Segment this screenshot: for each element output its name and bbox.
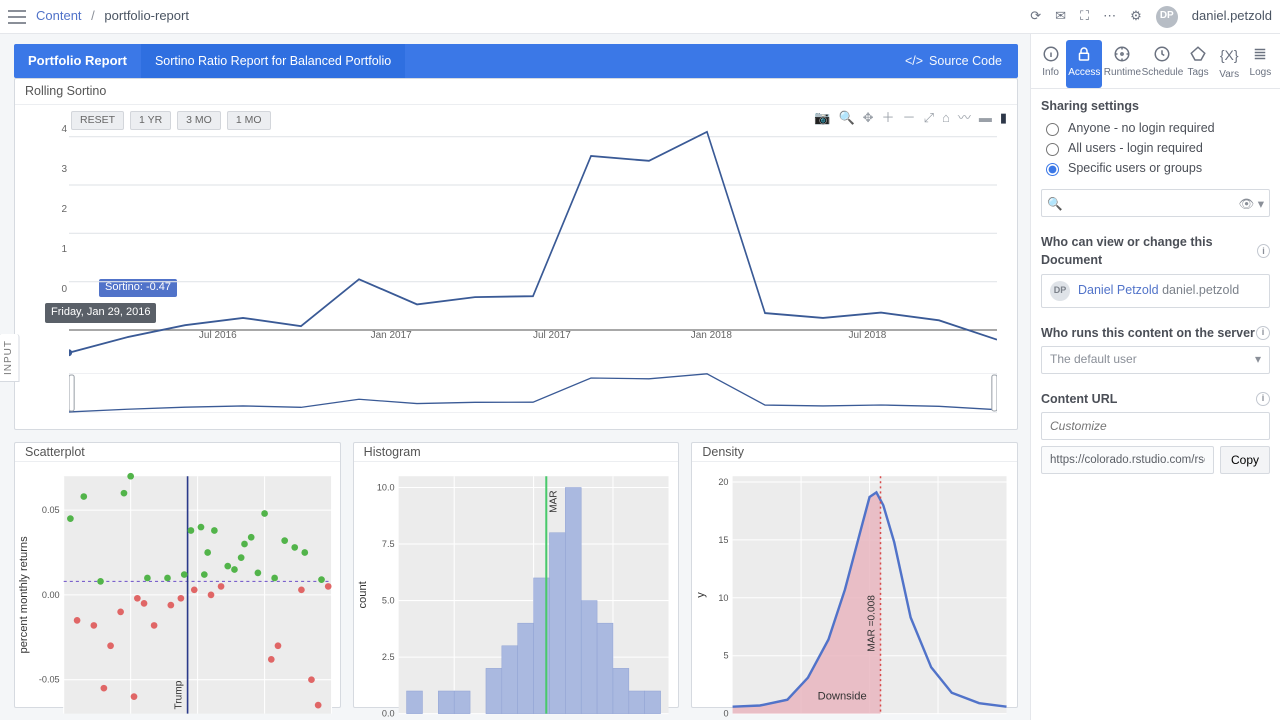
spike-icon[interactable]: 〰 <box>958 109 971 128</box>
pan-icon[interactable]: ✥ <box>863 109 874 128</box>
svg-text:MAR =0.008: MAR =0.008 <box>867 595 878 652</box>
avatar: DP <box>1050 281 1070 301</box>
density-panel: Density -0.050.000.0505101520MAR =0.008D… <box>691 442 1018 708</box>
panel-header: Density <box>692 443 1017 462</box>
content-url-field[interactable] <box>1041 446 1214 474</box>
hover-icon[interactable]: ▬ <box>979 109 992 128</box>
plotly-modebar: 📷 🔍 ✥ ＋ － ⤢ ⌂ 〰 ▬ ▮ <box>814 109 1007 128</box>
user-search: 🔍 👁 ▾ <box>1041 189 1270 217</box>
refresh-icon[interactable]: ⟳ <box>1030 7 1041 26</box>
tab-tags[interactable]: Tags <box>1182 40 1213 88</box>
user-search-input[interactable] <box>1041 189 1270 217</box>
source-code-button[interactable]: </> Source Code <box>889 44 1018 78</box>
search-icon: 🔍 <box>1047 195 1063 213</box>
code-icon: </> <box>905 52 923 70</box>
compare-icon[interactable]: ▮ <box>1000 109 1007 128</box>
report-title: Portfolio Report <box>14 44 141 78</box>
info-icon[interactable]: i <box>1257 244 1270 258</box>
info-icon[interactable]: i <box>1256 392 1270 406</box>
fullscreen-icon[interactable]: ⛶ <box>1080 7 1089 26</box>
svg-text:5.0: 5.0 <box>382 596 395 606</box>
content-url-label: Content URLi <box>1041 390 1270 408</box>
tab-vars[interactable]: {X}Vars <box>1214 40 1245 88</box>
reset-axes-icon[interactable]: ⌂ <box>942 109 950 128</box>
svg-text:10: 10 <box>719 593 729 603</box>
copy-button[interactable]: Copy <box>1220 446 1270 474</box>
sharing-title: Sharing settings <box>1041 97 1270 115</box>
mail-icon[interactable]: ✉ <box>1055 7 1066 26</box>
svg-text:2.5: 2.5 <box>382 652 395 662</box>
svg-text:0.0: 0.0 <box>382 709 395 719</box>
autoscale-icon[interactable]: ⤢ <box>924 109 934 128</box>
top-toolbar: Content / portfolio-report ⟳ ✉ ⛶ ⋯ ⚙ DP … <box>0 0 1280 34</box>
report-subtitle: Sortino Ratio Report for Balanced Portfo… <box>141 44 405 78</box>
svg-text:5: 5 <box>724 651 729 661</box>
svg-text:count: count <box>357 580 369 608</box>
svg-text:percent monthly returns: percent monthly returns <box>18 536 30 654</box>
hamburger-icon[interactable] <box>8 10 26 24</box>
scatterplot-panel: Scatterplot 20152016201720182019-0.050.0… <box>14 442 341 708</box>
svg-text:0.05: 0.05 <box>42 505 60 515</box>
range-slider[interactable] <box>69 373 997 413</box>
panel-header: Scatterplot <box>15 443 340 462</box>
rolling-sortino-panel: Rolling Sortino RESET 1 YR 3 MO 1 MO 📷 🔍… <box>14 78 1018 430</box>
svg-text:0: 0 <box>724 709 729 719</box>
chevron-down-icon: ▾ <box>1255 351 1261 368</box>
zoom-icon[interactable]: 🔍 <box>838 109 854 128</box>
custom-url-input[interactable] <box>1041 412 1270 440</box>
camera-icon[interactable]: 📷 <box>814 109 830 128</box>
svg-text:Downside: Downside <box>818 691 867 703</box>
viewer-card[interactable]: DP Daniel Petzold daniel.petzold <box>1041 274 1270 308</box>
tab-info[interactable]: Info <box>1035 40 1066 88</box>
svg-text:15: 15 <box>719 535 729 545</box>
settings-sidebar: Info Access Runtime Schedule Tags {X}Var… <box>1030 34 1280 720</box>
whocan-label: Who can view or change this Documenti <box>1041 233 1270 269</box>
histogram-chart: -0.050.000.050.02.55.07.510.0MARreturnsc… <box>354 462 679 720</box>
breadcrumb-slug: portfolio-report <box>104 8 189 23</box>
report-header: Portfolio Report Sortino Ratio Report fo… <box>14 44 1018 78</box>
svg-text:10.0: 10.0 <box>376 483 394 493</box>
svg-text:y: y <box>696 592 708 598</box>
gear-icon[interactable]: ⚙ <box>1130 7 1142 26</box>
visibility-icon[interactable]: 👁 ▾ <box>1238 195 1264 213</box>
zoomin-icon[interactable]: ＋ <box>882 109 895 128</box>
svg-text:-0.05: -0.05 <box>39 675 60 685</box>
more-icon[interactable]: ⋯ <box>1103 7 1116 26</box>
panel-header: Histogram <box>354 443 679 462</box>
svg-text:7.5: 7.5 <box>382 539 395 549</box>
info-icon[interactable]: i <box>1256 326 1270 340</box>
tab-access[interactable]: Access <box>1066 40 1102 88</box>
sidebar-tabs: Info Access Runtime Schedule Tags {X}Var… <box>1031 40 1280 89</box>
histogram-panel: Histogram -0.050.000.050.02.55.07.510.0M… <box>353 442 680 708</box>
avatar[interactable]: DP <box>1156 6 1178 28</box>
svg-text:20: 20 <box>719 477 729 487</box>
svg-text:MAR: MAR <box>548 491 559 513</box>
share-specific[interactable]: Specific users or groups <box>1041 159 1270 177</box>
tab-schedule[interactable]: Schedule <box>1142 40 1182 88</box>
tab-runtime[interactable]: Runtime <box>1102 40 1142 88</box>
person-link[interactable]: Daniel Petzold <box>1078 283 1159 297</box>
tab-logs[interactable]: Logs <box>1245 40 1276 88</box>
breadcrumb-root[interactable]: Content <box>36 8 82 23</box>
share-allusers[interactable]: All users - login required <box>1041 139 1270 157</box>
svg-text:Trump: Trump <box>173 680 184 709</box>
rolling-sortino-chart[interactable] <box>69 127 997 359</box>
share-anyone[interactable]: Anyone - no login required <box>1041 119 1270 137</box>
panel-header: Rolling Sortino <box>15 79 1017 105</box>
density-chart: -0.050.000.0505101520MAR =0.008Downsider… <box>692 462 1017 720</box>
whoruns-label: Who runs this content on the serveri <box>1041 324 1270 342</box>
breadcrumb: Content / portfolio-report <box>36 7 189 26</box>
user-name[interactable]: daniel.petzold <box>1192 7 1272 26</box>
svg-text:0.00: 0.00 <box>42 590 60 600</box>
scatterplot-chart: 20152016201720182019-0.050.000.05Trumpda… <box>15 462 340 720</box>
zoomout-icon[interactable]: － <box>903 109 916 128</box>
runas-select[interactable]: The default user▾ <box>1041 346 1270 374</box>
